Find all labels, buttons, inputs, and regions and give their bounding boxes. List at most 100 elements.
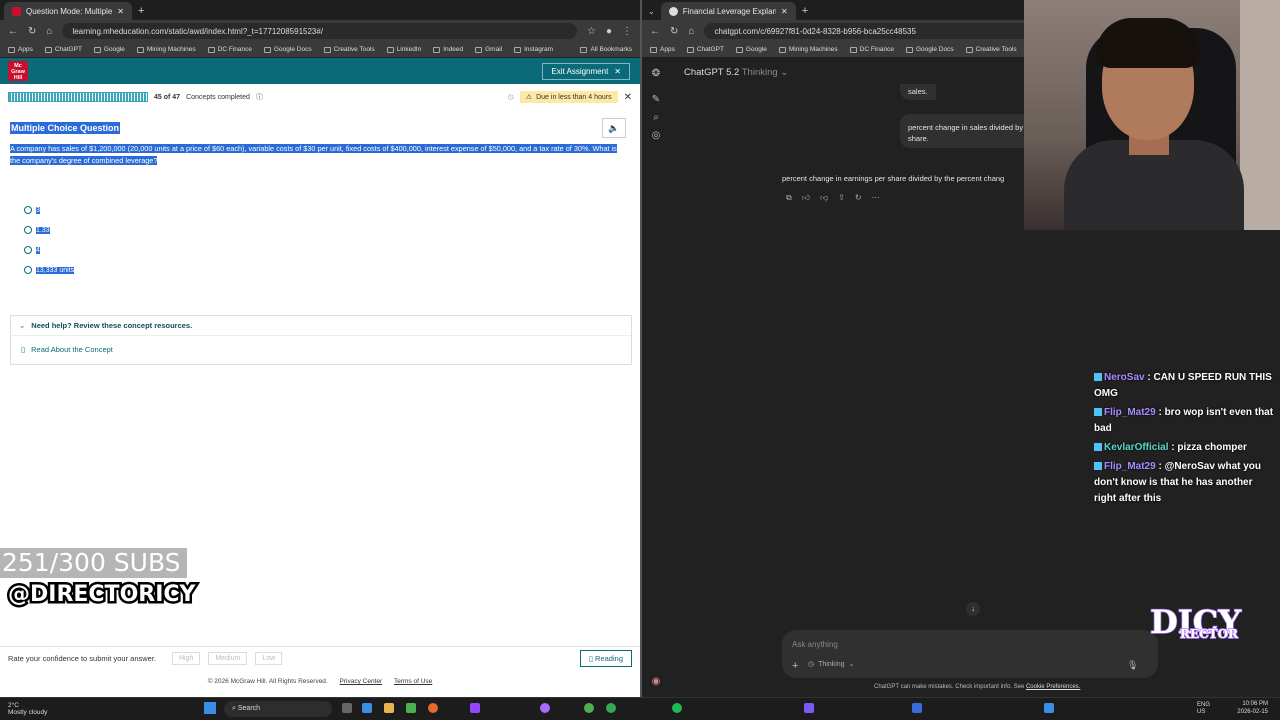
bookmark-dc-finance[interactable]: DC Finance [849, 46, 894, 53]
all-bookmarks[interactable]: All Bookmarks [580, 46, 632, 53]
option-label: 13,333 units [36, 266, 75, 274]
discord-icon[interactable] [540, 703, 550, 713]
bookmark-creative-tools[interactable]: Creative Tools [323, 46, 375, 53]
mh-header: Mc Graw Hill Exit Assignment ✕ [0, 58, 640, 84]
twitch-icon[interactable] [470, 703, 480, 713]
share-icon[interactable]: ⇪ [838, 193, 845, 203]
thinking-toggle[interactable]: ◷ Thinking ⌄ [808, 660, 854, 669]
reading-button[interactable]: ▯ Reading [579, 650, 632, 667]
radio-button[interactable] [24, 206, 32, 214]
new-tab-button[interactable]: + [138, 5, 144, 17]
app-icon[interactable] [912, 703, 922, 713]
chatgpt-logo-icon[interactable]: ❂ [650, 68, 662, 80]
language-indicator[interactable]: ENG US [1197, 702, 1210, 716]
app-icon[interactable] [804, 703, 814, 713]
cookie-preferences-link[interactable]: Cookie Preferences. [1026, 684, 1080, 690]
read-concept-link[interactable]: ▯ Read About the Concept [11, 336, 631, 362]
copy-icon[interactable]: ⧉ [786, 193, 792, 203]
confidence-high-button[interactable]: High [172, 652, 201, 665]
dismiss-icon[interactable]: ✕ [624, 92, 632, 103]
weather-widget[interactable]: 2°C Mostly cloudy [0, 702, 80, 716]
bookmark-google[interactable]: Google [735, 46, 767, 53]
back-icon[interactable]: ← [650, 26, 660, 37]
library-icon[interactable]: ◎ [650, 130, 662, 142]
attach-plus-icon[interactable]: + [792, 660, 798, 672]
sub-badge-icon [1094, 408, 1102, 417]
reload-icon[interactable]: ↻ [28, 26, 36, 37]
bookmark-linkedin[interactable]: LinkedIn [386, 46, 421, 53]
bookmark-chatgpt[interactable]: ChatGPT [44, 46, 82, 53]
profile-icon[interactable]: ● [606, 26, 612, 37]
radio-button[interactable] [24, 266, 32, 274]
bookmark-apps[interactable]: Apps [8, 46, 33, 53]
help-toggle[interactable]: ⌄ Need help? Review these concept resourc… [11, 316, 631, 336]
terms-link[interactable]: Terms of Use [394, 678, 432, 685]
bookmark-google-docs[interactable]: Google Docs [906, 46, 954, 53]
new-tab-button[interactable]: + [802, 5, 808, 17]
scroll-down-button[interactable]: ↓ [966, 602, 980, 616]
tab-close-icon[interactable]: ✕ [781, 7, 788, 16]
reply-actions: ⧉ 👍︎ 👎︎ ⇪ ↻ ⋯ [786, 193, 880, 203]
privacy-link[interactable]: Privacy Center [340, 678, 383, 685]
exit-assignment-button[interactable]: Exit Assignment ✕ [542, 62, 630, 80]
windows-start-icon[interactable] [204, 702, 216, 714]
tab-close-icon[interactable]: ✕ [117, 7, 124, 16]
file-explorer-icon[interactable] [384, 703, 394, 713]
user-avatar-icon[interactable]: ◉ [650, 676, 662, 688]
tab-search-icon[interactable]: ⌄ [648, 7, 655, 16]
bookmark-instagram[interactable]: Instagram [514, 46, 553, 53]
user-message-fragment-1: sales. [900, 84, 936, 100]
folder-icon [686, 46, 694, 53]
info-icon[interactable]: ⓘ [256, 92, 263, 102]
answer-option-1[interactable]: 3 [24, 206, 40, 214]
bookmark-gmail[interactable]: Gmail [475, 46, 502, 53]
bookmark-star-icon[interactable]: ☆ [587, 26, 596, 37]
bookmark-apps[interactable]: Apps [650, 46, 675, 53]
bookmark-google[interactable]: Google [93, 46, 125, 53]
read-aloud-button[interactable]: 🔈 [602, 118, 626, 138]
bookmark-chatgpt[interactable]: ChatGPT [686, 46, 724, 53]
task-view-icon[interactable] [342, 703, 352, 713]
firefox-icon[interactable] [428, 703, 438, 713]
app-icon[interactable] [362, 703, 372, 713]
regenerate-icon[interactable]: ↻ [855, 193, 862, 203]
answer-option-2[interactable]: 1.33 [24, 226, 50, 234]
url-field[interactable]: learning.mheducation.com/static/awd/inde… [62, 23, 577, 39]
bookmark-indeed[interactable]: Indeed [433, 46, 463, 53]
back-icon[interactable]: ← [8, 26, 18, 37]
spotify-icon[interactable] [672, 703, 682, 713]
tab-financial-leverage[interactable]: Financial Leverage Explanation ✕ [660, 2, 796, 20]
home-icon[interactable]: ⌂ [46, 26, 52, 37]
model-selector[interactable]: ChatGPT 5.2 Thinking ⌄ [684, 67, 788, 78]
bookmark-creative-tools[interactable]: Creative Tools [965, 46, 1017, 53]
answer-option-3[interactable]: 4 [24, 246, 40, 254]
thumbs-up-icon[interactable]: 👍︎ [802, 193, 810, 203]
taskbar-search[interactable]: ⌕ Search [224, 701, 332, 717]
search-chats-icon[interactable]: ⌕ [650, 112, 662, 124]
microphone-icon[interactable]: 🎙︎ [1127, 660, 1138, 671]
thumbs-down-icon[interactable]: 👎︎ [820, 193, 828, 203]
chrome-icon[interactable] [584, 703, 594, 713]
reload-icon[interactable]: ↻ [670, 26, 678, 37]
new-chat-icon[interactable]: ✎ [650, 94, 662, 106]
app-icon[interactable] [1044, 703, 1054, 713]
answer-option-4[interactable]: 13,333 units [24, 266, 75, 274]
chat-input-box[interactable]: Ask anything + ◷ Thinking ⌄ 🎙︎ [782, 630, 1158, 678]
chrome-icon[interactable] [606, 703, 616, 713]
radio-button[interactable] [24, 246, 32, 254]
more-icon[interactable]: ⋯ [872, 193, 880, 203]
bookmark-google-docs[interactable]: Google Docs [264, 46, 312, 53]
option-label: 4 [36, 246, 40, 254]
confidence-low-button[interactable]: Low [255, 652, 283, 665]
bookmark-mining[interactable]: Mining Machines [136, 46, 196, 53]
menu-dots-icon[interactable]: ⋮ [622, 26, 632, 37]
bookmark-dc-finance[interactable]: DC Finance [207, 46, 252, 53]
confidence-medium-button[interactable]: Medium [208, 652, 248, 665]
chat-input-placeholder[interactable]: Ask anything [792, 640, 838, 649]
tab-question-mode[interactable]: Question Mode: Multiple Choic ✕ [4, 2, 132, 20]
system-clock[interactable]: 10:06 PM 2026-02-15 [1237, 700, 1268, 716]
app-icon[interactable] [406, 703, 416, 713]
bookmark-mining[interactable]: Mining Machines [778, 46, 838, 53]
home-icon[interactable]: ⌂ [688, 26, 694, 37]
radio-button[interactable] [24, 226, 32, 234]
